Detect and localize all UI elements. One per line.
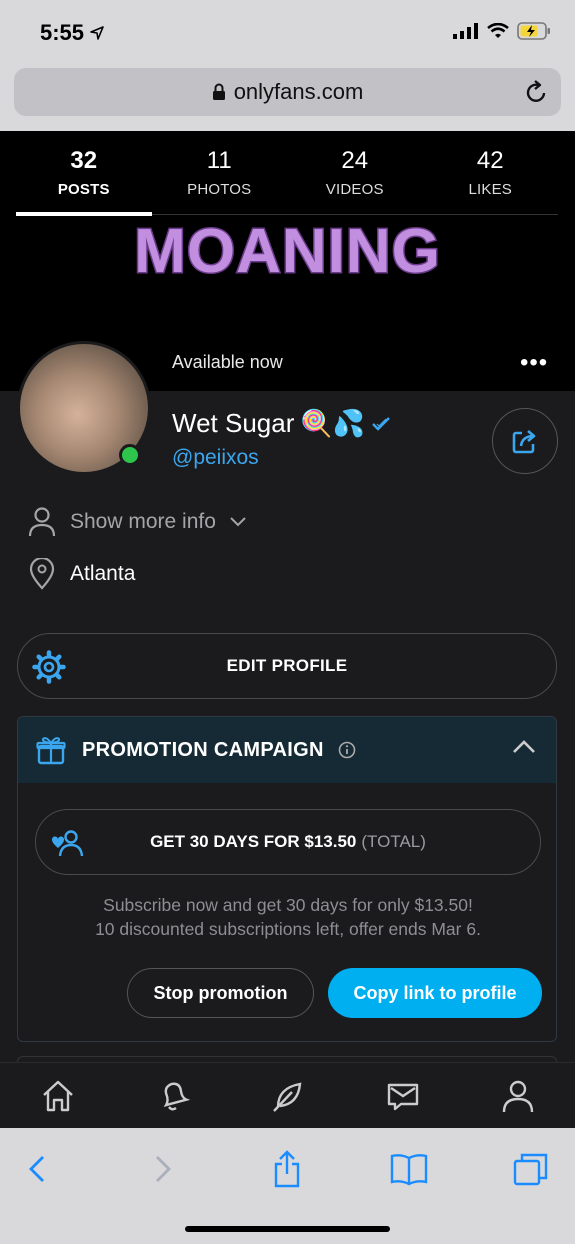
status-bar: 5:55 <box>0 0 575 64</box>
wifi-icon <box>487 23 509 38</box>
home-icon <box>42 1080 73 1111</box>
nav-new-post[interactable] <box>263 1071 313 1121</box>
promotion-header[interactable]: PROMOTION CAMPAIGN <box>18 717 556 783</box>
likes-label: LIKES <box>468 181 513 198</box>
online-status-dot <box>119 444 141 466</box>
promotion-description: Subscribe now and get 30 days for only $… <box>18 893 558 941</box>
profile-stats-tabs: 32 POSTS 11 PHOTOS 24 VIDEOS 42 LIKES <box>16 143 559 216</box>
offer-total-text: (TOTAL) <box>361 832 426 851</box>
promotion-campaign-card: PROMOTION CAMPAIGN GET 30 DAYS FOR $13.5… <box>17 716 557 1042</box>
browser-url-area: onlyfans.com <box>0 64 575 131</box>
gear-icon <box>32 650 66 684</box>
browser-tabs-button[interactable] <box>506 1146 556 1192</box>
chevron-up-icon[interactable] <box>512 739 536 755</box>
location-arrow-icon <box>90 26 104 40</box>
location-text: Atlanta <box>70 562 136 585</box>
browser-forward-button[interactable] <box>138 1146 188 1192</box>
profile-name: Wet Sugar 🍭💦 <box>172 408 391 439</box>
bottom-nav <box>0 1062 575 1128</box>
signal-icon <box>453 23 478 39</box>
gift-icon <box>36 737 66 765</box>
info-icon[interactable] <box>338 741 356 759</box>
tab-videos[interactable]: 24 VIDEOS <box>287 143 423 214</box>
feather-icon <box>272 1082 301 1112</box>
user-icon <box>502 1080 533 1112</box>
add-subscriber-icon <box>51 830 84 857</box>
tab-posts[interactable]: 32 POSTS <box>16 143 152 216</box>
show-more-info-label: Show more info <box>70 510 216 533</box>
tab-photos[interactable]: 11 PHOTOS <box>152 143 288 214</box>
nav-notifications[interactable] <box>148 1071 198 1121</box>
stop-promotion-button[interactable]: Stop promotion <box>127 968 314 1018</box>
show-more-info[interactable]: Show more info <box>28 506 246 538</box>
copy-link-button[interactable]: Copy link to profile <box>328 968 542 1018</box>
nav-messages[interactable] <box>378 1071 428 1121</box>
tabs-icon <box>513 1153 548 1186</box>
browser-bookmarks-button[interactable] <box>384 1146 434 1192</box>
status-time: 5:55 <box>40 20 104 46</box>
browser-share-button[interactable] <box>262 1146 312 1192</box>
browser-back-button[interactable] <box>12 1146 62 1192</box>
verified-check-icon <box>372 416 390 431</box>
share-profile-button[interactable] <box>492 408 558 474</box>
posts-label: POSTS <box>57 181 110 198</box>
location-pin-icon <box>29 558 55 590</box>
lock-icon <box>212 83 225 100</box>
status-icons <box>453 22 551 40</box>
share-icon <box>512 430 536 454</box>
bell-icon <box>163 1082 190 1110</box>
forward-arrow-icon <box>156 1156 171 1182</box>
edit-profile-label: EDIT PROFILE <box>226 656 348 675</box>
back-arrow-icon <box>29 1156 44 1182</box>
time-text: 5:55 <box>40 20 85 45</box>
nav-profile[interactable] <box>493 1071 543 1121</box>
location-row: Atlanta <box>28 558 135 590</box>
edit-profile-button[interactable]: EDIT PROFILE <box>17 633 557 699</box>
url-bar[interactable]: onlyfans.com <box>14 68 561 116</box>
url-text: onlyfans.com <box>233 79 364 104</box>
more-options-icon[interactable]: ••• <box>520 349 548 377</box>
share-up-icon <box>274 1150 300 1188</box>
availability-status: Available now <box>172 352 283 372</box>
posts-count: 32 <box>70 147 98 174</box>
chevron-down-icon <box>230 517 246 527</box>
photos-count: 11 <box>206 147 232 174</box>
videos-count: 24 <box>341 147 369 174</box>
promotion-title: PROMOTION CAMPAIGN <box>82 738 324 761</box>
bookmarks-icon <box>390 1154 428 1186</box>
person-icon <box>28 507 56 537</box>
nav-home[interactable] <box>33 1071 83 1121</box>
likes-count: 42 <box>476 147 504 174</box>
videos-label: VIDEOS <box>325 181 384 198</box>
cover-text: MOANING <box>133 216 442 288</box>
promotion-description-line-2: 10 discounted subscriptions left, offer … <box>95 919 481 939</box>
profile-handle[interactable]: @peiixos <box>172 446 259 470</box>
message-icon <box>387 1083 418 1110</box>
battery-icon <box>517 22 550 40</box>
safari-toolbar <box>0 1128 575 1244</box>
offer-main-text: GET 30 DAYS FOR $13.50 <box>150 832 357 851</box>
photos-label: PHOTOS <box>187 181 252 198</box>
subscription-offer-button[interactable]: GET 30 DAYS FOR $13.50 (TOTAL) <box>35 809 541 875</box>
profile-name-emoji: 🍭💦 <box>300 408 366 438</box>
profile-name-text: Wet Sugar <box>172 408 295 438</box>
reload-icon[interactable] <box>525 79 549 105</box>
tab-likes[interactable]: 42 LIKES <box>423 143 559 214</box>
promotion-description-line-1: Subscribe now and get 30 days for only $… <box>103 895 473 915</box>
home-indicator <box>185 1226 390 1232</box>
